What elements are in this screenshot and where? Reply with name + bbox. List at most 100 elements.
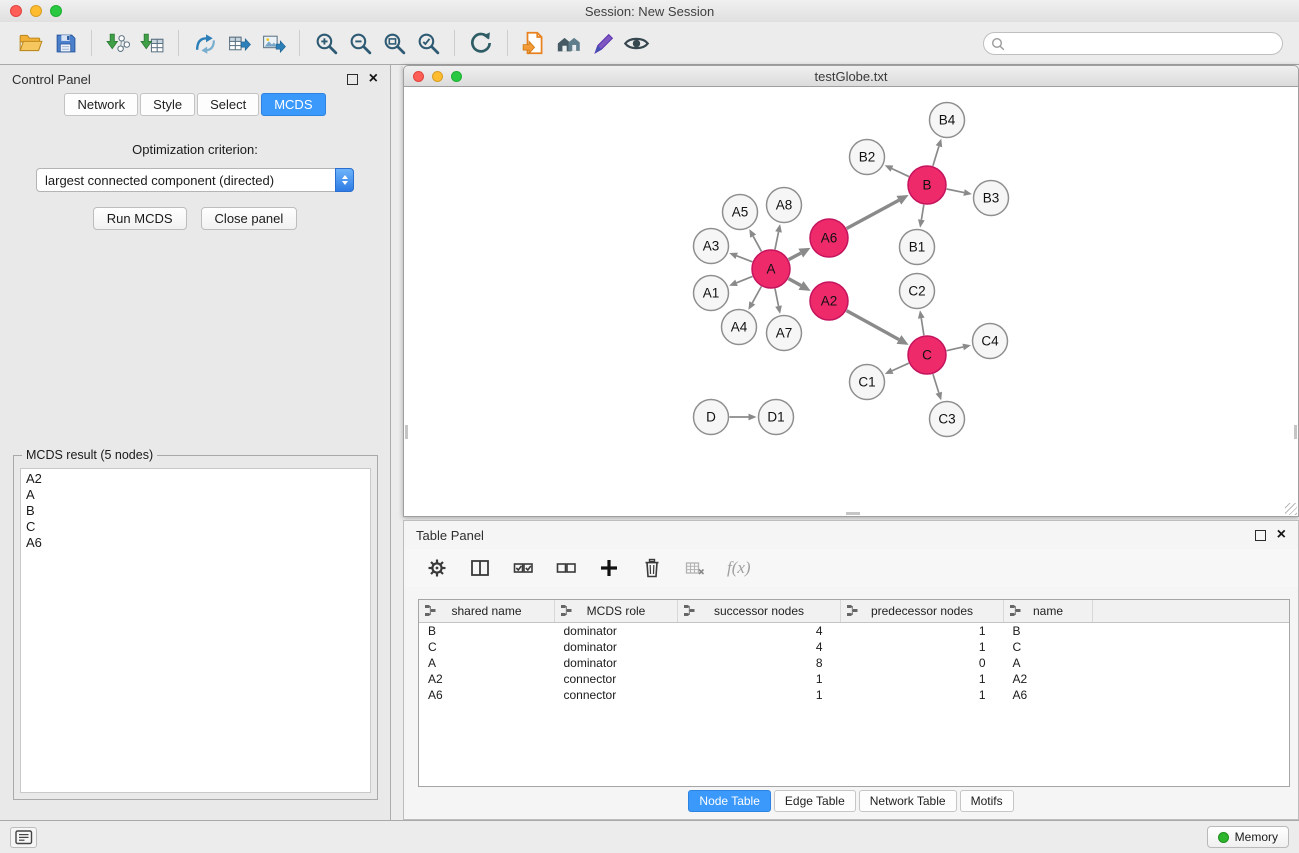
- graph-node-D[interactable]: D: [694, 400, 729, 435]
- graph-edge-A-A5[interactable]: [749, 229, 761, 251]
- tab-select[interactable]: Select: [197, 93, 259, 116]
- export-network-button[interactable]: [188, 26, 222, 60]
- graph-node-C2[interactable]: C2: [900, 274, 935, 309]
- graph-edge-A-A4[interactable]: [748, 287, 761, 310]
- tab-node-table[interactable]: Node Table: [688, 790, 771, 812]
- select-all-button[interactable]: [512, 557, 534, 579]
- column-header-shared-name[interactable]: shared name: [419, 600, 555, 623]
- tab-network-table[interactable]: Network Table: [859, 790, 957, 812]
- graph-node-B4[interactable]: B4: [930, 103, 965, 138]
- float-table-panel-icon[interactable]: [1255, 530, 1266, 541]
- home-button[interactable]: [551, 26, 585, 60]
- graph-node-A1[interactable]: A1: [694, 276, 729, 311]
- show-panels-button[interactable]: [10, 827, 37, 848]
- deselect-all-button[interactable]: [555, 557, 577, 579]
- zoom-network-window-button[interactable]: [451, 71, 462, 82]
- graph-node-A7[interactable]: A7: [767, 316, 802, 351]
- mcds-result-item[interactable]: A: [26, 487, 365, 503]
- table-settings-button[interactable]: [426, 557, 448, 579]
- graph-node-C3[interactable]: C3: [930, 402, 965, 437]
- resize-grip[interactable]: [1285, 503, 1297, 515]
- graph-node-B1[interactable]: B1: [900, 230, 935, 265]
- column-header-predecessor-nodes[interactable]: predecessor nodes: [841, 600, 1004, 623]
- column-header-MCDS-role[interactable]: MCDS role: [555, 600, 678, 623]
- tab-network[interactable]: Network: [64, 93, 138, 116]
- table-cell[interactable]: 1: [841, 639, 1004, 655]
- graph-node-A4[interactable]: A4: [722, 310, 757, 345]
- memory-button[interactable]: Memory: [1207, 826, 1289, 848]
- graph-edge-B-B4[interactable]: [933, 139, 942, 166]
- table-cell[interactable]: 1: [678, 687, 841, 703]
- graph-edge-C-C3[interactable]: [933, 374, 942, 400]
- zoom-selected-button[interactable]: [411, 26, 445, 60]
- graph-edge-A6-B[interactable]: [847, 195, 909, 228]
- column-header-successor-nodes[interactable]: successor nodes: [678, 600, 841, 623]
- tab-motifs[interactable]: Motifs: [960, 790, 1014, 812]
- graph-node-C1[interactable]: C1: [850, 365, 885, 400]
- run-mcds-button[interactable]: Run MCDS: [93, 207, 187, 230]
- toggle-columns-button[interactable]: [469, 557, 491, 579]
- network-graph[interactable]: AA1A2A3A4A5A6A7A8BB1B2B3B4CC1C2C3C4DD1: [404, 87, 1298, 516]
- column-header-name[interactable]: name: [1004, 600, 1093, 623]
- graph-edge-D-D1[interactable]: [730, 414, 757, 421]
- graph-edge-B-B1[interactable]: [918, 205, 925, 228]
- import-network-button[interactable]: [101, 26, 135, 60]
- mcds-result-item[interactable]: C: [26, 519, 365, 535]
- tab-edge-table[interactable]: Edge Table: [774, 790, 856, 812]
- table-cell[interactable]: A6: [1004, 687, 1093, 703]
- close-panel-icon[interactable]: ×: [369, 74, 378, 84]
- graph-edge-A2-C[interactable]: [847, 311, 909, 345]
- table-cell[interactable]: dominator: [555, 623, 678, 640]
- graph-node-A8[interactable]: A8: [767, 188, 802, 223]
- mcds-result-list[interactable]: A2ABCA6: [20, 468, 371, 793]
- clear-table-button[interactable]: [684, 557, 706, 579]
- close-table-panel-icon[interactable]: ×: [1277, 530, 1286, 540]
- left-scroll-thumb[interactable]: [405, 425, 408, 439]
- graph-edge-C-C2[interactable]: [918, 310, 925, 335]
- toggle-visibility-button[interactable]: [619, 26, 653, 60]
- graph-node-C[interactable]: C: [908, 336, 946, 374]
- graph-node-D1[interactable]: D1: [759, 400, 794, 435]
- table-cell[interactable]: A6: [419, 687, 555, 703]
- optimization-criterion-select[interactable]: largest connected component (directed): [36, 168, 354, 192]
- table-cell[interactable]: 1: [841, 671, 1004, 687]
- graph-node-B3[interactable]: B3: [974, 181, 1009, 216]
- table-cell[interactable]: connector: [555, 687, 678, 703]
- table-cell[interactable]: 1: [678, 671, 841, 687]
- mcds-result-item[interactable]: B: [26, 503, 365, 519]
- table-row[interactable]: A6connector11A6: [419, 687, 1289, 703]
- graph-edge-C-C4[interactable]: [947, 344, 971, 351]
- graph-edge-B-B2[interactable]: [885, 165, 909, 176]
- table-cell[interactable]: A: [1004, 655, 1093, 671]
- minimize-window-button[interactable]: [30, 5, 42, 17]
- close-panel-button[interactable]: Close panel: [201, 207, 298, 230]
- export-image-button[interactable]: [256, 26, 290, 60]
- table-row[interactable]: Adominator80A: [419, 655, 1289, 671]
- graph-edge-A-A3[interactable]: [729, 253, 752, 262]
- mcds-result-item[interactable]: A2: [26, 471, 365, 487]
- table-cell[interactable]: 4: [678, 639, 841, 655]
- graph-node-A3[interactable]: A3: [694, 229, 729, 264]
- table-cell[interactable]: 1: [841, 623, 1004, 640]
- graph-node-B2[interactable]: B2: [850, 140, 885, 175]
- graph-edge-C-C1[interactable]: [885, 363, 909, 374]
- zoom-fit-button[interactable]: [377, 26, 411, 60]
- table-cell[interactable]: B: [419, 623, 555, 640]
- table-cell[interactable]: C: [1004, 639, 1093, 655]
- graph-node-C4[interactable]: C4: [973, 324, 1008, 359]
- table-cell[interactable]: C: [419, 639, 555, 655]
- network-window-titlebar[interactable]: testGlobe.txt: [403, 65, 1299, 87]
- graph-edge-A-A7[interactable]: [775, 289, 782, 314]
- table-cell[interactable]: A2: [419, 671, 555, 687]
- table-row[interactable]: Bdominator41B: [419, 623, 1289, 640]
- search-input[interactable]: [983, 32, 1283, 55]
- tab-style[interactable]: Style: [140, 93, 195, 116]
- tab-mcds[interactable]: MCDS: [261, 93, 325, 116]
- close-window-button[interactable]: [10, 5, 22, 17]
- add-column-button[interactable]: [598, 557, 620, 579]
- graph-node-A6[interactable]: A6: [810, 219, 848, 257]
- minimize-network-window-button[interactable]: [432, 71, 443, 82]
- table-cell[interactable]: 1: [841, 687, 1004, 703]
- close-network-window-button[interactable]: [413, 71, 424, 82]
- table-cell[interactable]: A2: [1004, 671, 1093, 687]
